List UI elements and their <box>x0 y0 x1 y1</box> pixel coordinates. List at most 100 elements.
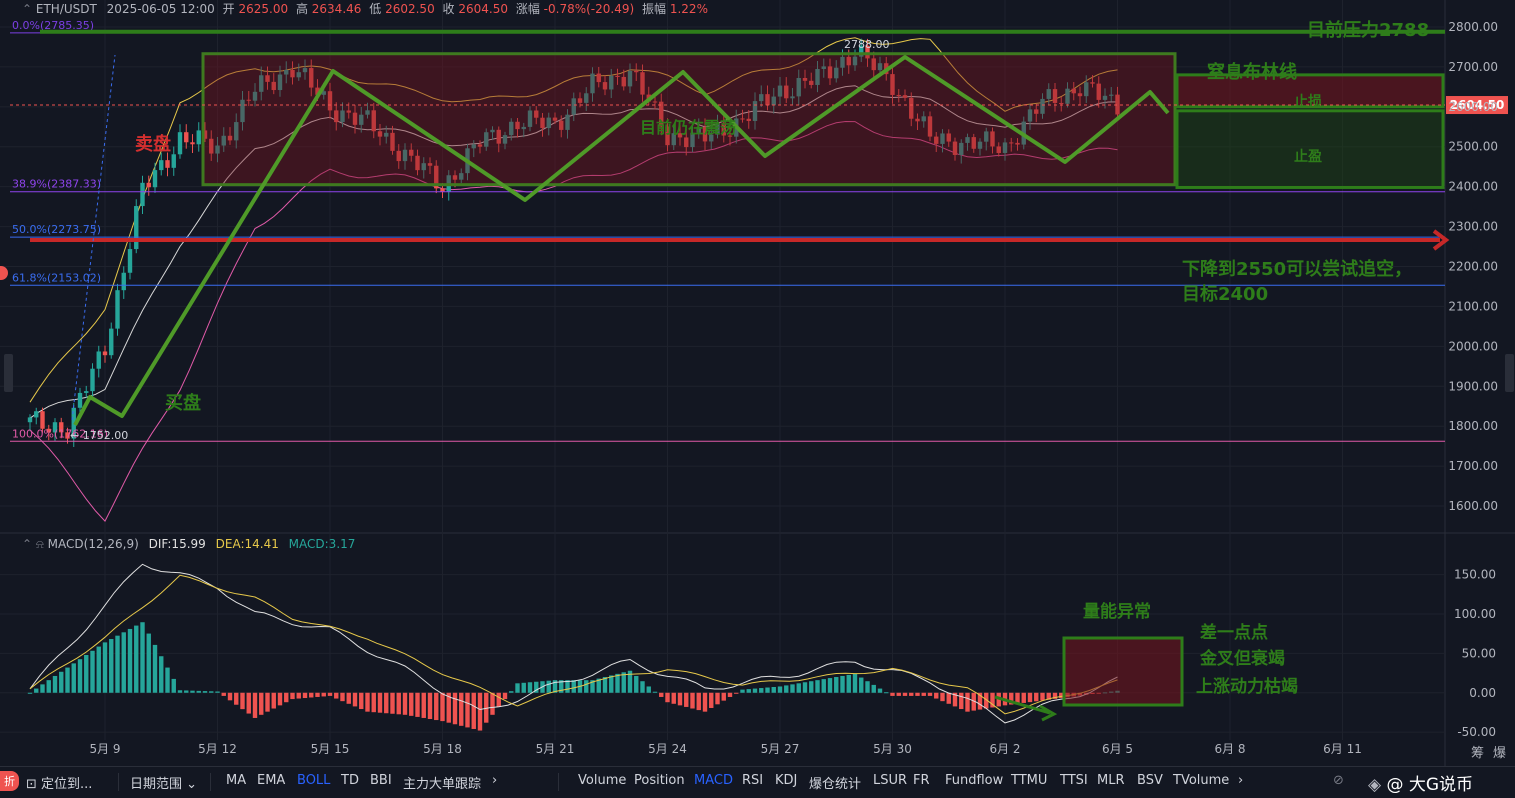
sub-indicator-tab-10[interactable]: TTSI <box>1060 773 1088 788</box>
main-indicator-tab-bbi[interactable]: BBI <box>370 773 392 788</box>
macd-histogram-bar <box>40 684 45 693</box>
liquidation-panel-tab[interactable]: 爆 <box>1493 742 1506 761</box>
stop-loss-label: 止损 <box>1294 93 1322 110</box>
macd-histogram-bar <box>702 692 708 712</box>
candle-body <box>184 132 189 143</box>
main-indicator-tab-主力大单跟踪[interactable]: 主力大单跟踪 <box>403 773 481 792</box>
volume-anomaly-box <box>1062 636 1184 707</box>
macd-histogram-bar <box>459 692 464 726</box>
sub-indicator-tab-11[interactable]: MLR <box>1097 773 1125 788</box>
macd-histogram-bar <box>427 692 433 720</box>
goto-button[interactable]: ⊡ 定位到... <box>26 773 92 792</box>
x-tick-label: 6月 2 <box>989 742 1020 756</box>
macd-histogram-bar <box>102 642 108 693</box>
macd-histogram-bar <box>359 692 364 710</box>
main-indicator-tab-ma[interactable]: MA <box>226 773 246 788</box>
sub-indicator-tab-5[interactable]: 爆仓统计 <box>809 773 861 792</box>
sub-indicator-tab-12[interactable]: BSV <box>1137 773 1163 788</box>
macd-histogram-bar <box>121 632 126 693</box>
annotation-overlays: 0.0%(2785.35)38.9%(2387.33)50.0%(2273.75… <box>10 19 1508 697</box>
left-scroll-handle[interactable] <box>4 354 13 392</box>
sub-indicator-tab-3[interactable]: RSI <box>742 773 763 788</box>
macd-histogram-bar <box>265 692 270 712</box>
macd-histogram-bar <box>402 692 408 715</box>
macd-histogram-bar <box>346 692 351 704</box>
macd-histogram-bar <box>727 692 733 697</box>
sub-more-chevron-icon[interactable]: › <box>1238 773 1243 788</box>
candle-body <box>102 351 108 356</box>
discount-badge[interactable]: 折 <box>0 771 19 791</box>
macd-histogram-bar <box>677 692 683 706</box>
macd-tick-label: 150.00 <box>1454 568 1496 582</box>
chip-panel-tab[interactable]: 筹 <box>1471 742 1484 761</box>
macd-histogram-bar <box>377 692 383 713</box>
sub-indicator-tab-2[interactable]: MACD <box>694 773 733 788</box>
macd-histogram-bar <box>365 692 370 712</box>
macd-tick-label: -50.00 <box>1457 725 1496 739</box>
bottom-toolbar: 折 ⊡ 定位到... 日期范围 ⌄ MA EMA BOLL TD BBI 主力大单跟踪 ›… <box>0 766 1515 798</box>
watermark-text: @ 大G说币 <box>1386 775 1474 795</box>
indicator-settings-icon[interactable]: ⊘ <box>1333 773 1344 788</box>
macd-histogram-bar <box>790 684 795 693</box>
low-label: 低 <box>369 2 382 16</box>
candle-body <box>127 249 133 273</box>
sub-indicator-tab-0[interactable]: Volume <box>578 773 626 788</box>
candle-body <box>146 182 151 188</box>
macd-histogram-bar <box>84 654 89 693</box>
price-tick-label: 1800.00 <box>1448 419 1498 433</box>
macd-histogram-bar <box>152 644 158 693</box>
macd-histogram-bar <box>421 692 426 718</box>
sub-indicator-tab-8[interactable]: Fundflow <box>945 773 1003 788</box>
macd-tick-label: 0.00 <box>1469 686 1496 700</box>
main-indicator-tab-ema[interactable]: EMA <box>257 773 285 788</box>
price-tick-label: 2000.00 <box>1448 339 1498 353</box>
macd-histogram-bar <box>52 675 58 693</box>
sub-indicator-tab-1[interactable]: Position <box>634 773 685 788</box>
price-tick-label: 2400.00 <box>1448 180 1498 194</box>
chart-canvas[interactable]: 0.0%(2785.35)38.9%(2387.33)50.0%(2273.75… <box>0 0 1515 766</box>
change-label: 涨幅 <box>515 2 540 16</box>
macd-histogram-bar <box>227 692 233 701</box>
macd-histogram-bar <box>584 680 589 693</box>
main-indicator-tab-td[interactable]: TD <box>341 773 359 788</box>
macd-histogram-bar <box>146 633 151 693</box>
buy-annotation: 买盘 <box>165 392 201 414</box>
macd-histogram-bar <box>71 663 76 693</box>
macd-histogram-bar <box>502 692 508 700</box>
macd-histogram-bar <box>640 681 645 693</box>
macd-histogram-bar <box>277 692 283 706</box>
collapse-icon[interactable]: ⌃ <box>22 2 32 16</box>
macd-histogram-bar <box>809 681 814 693</box>
price-tick-label: 2100.00 <box>1448 299 1498 313</box>
main-more-chevron-icon[interactable]: › <box>492 773 497 788</box>
x-tick-label: 6月 8 <box>1214 742 1245 756</box>
right-scroll-handle[interactable] <box>1505 354 1514 392</box>
alarm-icon[interactable]: ⍾ <box>36 537 44 551</box>
macd-histogram-bar <box>27 692 33 694</box>
sub-indicator-tab-9[interactable]: TTMU <box>1011 773 1047 788</box>
macd-histogram-bar <box>796 683 801 693</box>
sub-indicator-tab-7[interactable]: FR <box>913 773 930 788</box>
price-tick-label: 1700.00 <box>1448 459 1498 473</box>
collapse-icon[interactable]: ⌃ <box>22 537 32 551</box>
macd-histogram-bar <box>721 692 726 701</box>
macd-histogram-bar <box>834 677 839 693</box>
date-range-dropdown[interactable]: 日期范围 ⌄ <box>130 773 197 792</box>
sub-indicator-tab-4[interactable]: KDJ <box>775 773 797 788</box>
macd-histogram-bar <box>159 656 164 693</box>
x-tick-label: 5月 24 <box>648 742 687 756</box>
take-profit-label: 止盈 <box>1294 148 1322 165</box>
macd-histogram-bar <box>634 675 639 693</box>
price-tick-label: 2700.00 <box>1448 60 1498 74</box>
macd-histogram-bar <box>865 681 870 693</box>
main-indicator-tab-boll[interactable]: BOLL <box>297 773 330 788</box>
toolbar-divider <box>210 773 211 791</box>
macd-histogram-bar <box>134 625 139 693</box>
macd-dif: DIF:15.99 <box>148 537 206 551</box>
macd-histogram-bar <box>296 692 301 699</box>
macd-histogram-bar <box>752 688 758 693</box>
sub-indicator-tab-6[interactable]: LSUR <box>873 773 907 788</box>
macd-histogram-bar <box>571 680 576 693</box>
macd-histogram-bar <box>209 691 214 693</box>
sub-indicator-tab-13[interactable]: TVolume <box>1173 773 1229 788</box>
